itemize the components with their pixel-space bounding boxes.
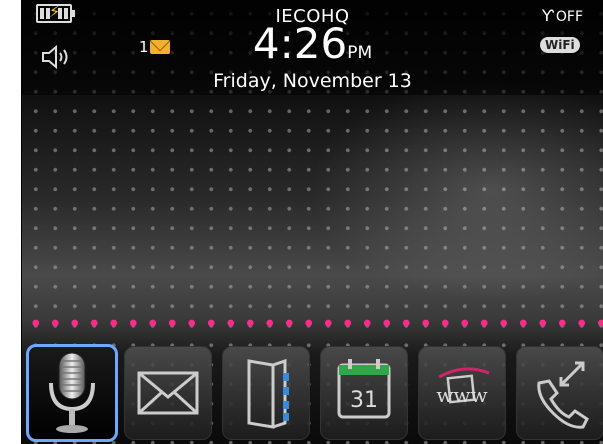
accent-dot-row xyxy=(22,318,603,328)
app-calendar[interactable]: 31 xyxy=(320,346,408,440)
date-label: Friday, November 13 xyxy=(213,70,412,92)
app-browser[interactable]: www xyxy=(418,346,506,440)
browser-www-icon: www xyxy=(436,367,490,407)
calendar-icon: 31 xyxy=(337,359,391,419)
microphone-icon xyxy=(49,352,95,433)
antenna-icon: Ƴ xyxy=(542,6,554,25)
radio-status-text: OFF xyxy=(555,9,584,25)
clock-ampm: PM xyxy=(347,43,373,63)
status-bar: ⚡ 1 IECOHQ 4:26PM Friday, November 13 ƳO… xyxy=(22,0,603,95)
calendar-day: 31 xyxy=(350,388,378,413)
address-book-icon xyxy=(247,358,289,429)
app-phone[interactable] xyxy=(516,346,603,440)
left-border xyxy=(0,0,22,444)
phone-call-log-icon xyxy=(537,361,589,429)
app-voice-dialing[interactable] xyxy=(26,344,118,442)
radio-status: Ƴ OFF xyxy=(542,6,583,25)
clock-time: 4:26 xyxy=(252,19,348,68)
browser-www-text: www xyxy=(436,383,487,407)
clock: 4:26PM xyxy=(22,22,603,75)
home-screen: ⚡ 1 IECOHQ 4:26PM Friday, November 13 ƳO… xyxy=(22,0,603,444)
wifi-badge: WiFi xyxy=(540,37,580,53)
envelope-icon xyxy=(137,371,199,415)
app-contacts[interactable] xyxy=(222,346,310,440)
app-dock: 31 www xyxy=(22,340,603,444)
app-messages[interactable] xyxy=(124,346,212,440)
